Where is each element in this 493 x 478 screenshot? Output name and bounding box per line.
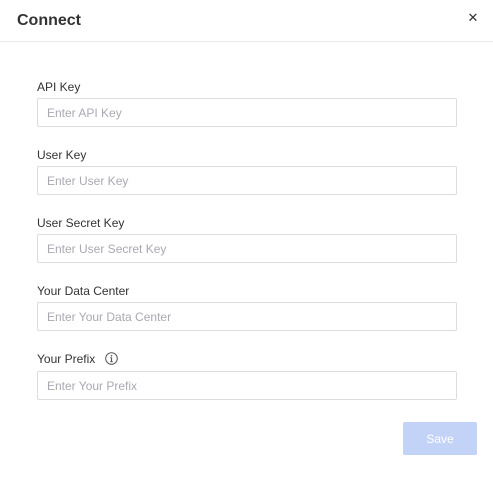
data-center-label: Your Data Center xyxy=(37,284,130,298)
user-secret-key-input[interactable] xyxy=(37,234,457,263)
prefix-label: Your Prefix xyxy=(37,352,96,366)
api-key-label: API Key xyxy=(37,80,81,94)
connect-dialog: Connect ✕ API Key User Key User Secret K… xyxy=(0,0,493,478)
user-key-label: User Key xyxy=(37,148,87,162)
dialog-title: Connect xyxy=(17,12,81,29)
dialog-header: Connect ✕ xyxy=(0,0,493,42)
user-key-input[interactable] xyxy=(37,166,457,195)
api-key-input[interactable] xyxy=(37,98,457,127)
data-center-input[interactable] xyxy=(37,302,457,331)
prefix-label-row: Your Prefix xyxy=(37,351,118,369)
info-icon[interactable] xyxy=(104,352,118,369)
save-button[interactable]: Save xyxy=(403,422,477,455)
prefix-input[interactable] xyxy=(37,371,457,400)
close-icon[interactable]: ✕ xyxy=(466,10,480,26)
user-secret-key-label: User Secret Key xyxy=(37,216,125,230)
